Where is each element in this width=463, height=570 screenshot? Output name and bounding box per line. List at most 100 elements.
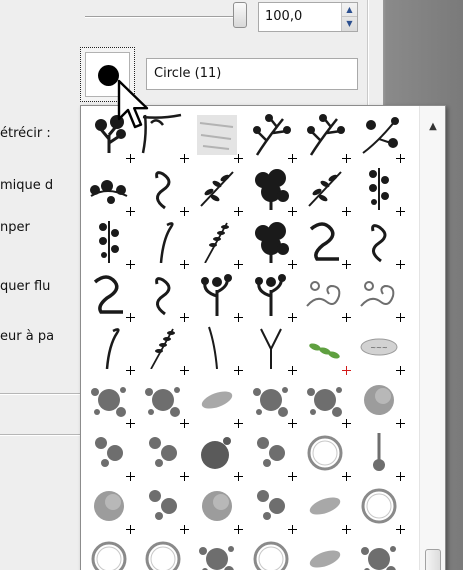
brush-cell[interactable]: [84, 270, 138, 323]
splatter-icon: [361, 546, 396, 570]
brush-cell[interactable]: [192, 535, 246, 570]
plus-icon: [179, 365, 190, 376]
brush-cell[interactable]: [246, 111, 300, 164]
brush-cell[interactable]: [84, 482, 138, 535]
plus-icon: [233, 524, 244, 535]
opacity-slider-track[interactable]: [85, 16, 237, 18]
ink-blot-icon: [364, 385, 394, 415]
brush-cell[interactable]: [246, 535, 300, 570]
brush-cell[interactable]: [300, 482, 354, 535]
plus-icon: [341, 312, 352, 323]
brush-cell[interactable]: [192, 482, 246, 535]
brush-cell[interactable]: [192, 270, 246, 323]
brush-cell[interactable]: [246, 164, 300, 217]
option-label-1: étrécir :: [0, 126, 51, 141]
mouse-pointer-icon: [117, 79, 149, 129]
brush-cell[interactable]: [192, 111, 246, 164]
brush-cell[interactable]: [192, 323, 246, 376]
plus-icon: [395, 312, 406, 323]
brush-cell[interactable]: [246, 429, 300, 482]
ring-stain-icon: [253, 541, 289, 570]
brush-name-label: Circle (11): [154, 66, 222, 81]
opacity-spinbox[interactable]: 100,0 ▲ ▼: [258, 2, 358, 32]
brush-cell[interactable]: [138, 217, 192, 270]
hook-stem-icon: [105, 328, 120, 369]
ink-splatter-icon: [253, 387, 288, 417]
brush-cell[interactable]: [138, 482, 192, 535]
spin-up-icon[interactable]: ▲: [342, 3, 357, 17]
ink-splatter-icon: [91, 387, 126, 417]
brush-cell[interactable]: [246, 482, 300, 535]
brush-cell[interactable]: [300, 376, 354, 429]
brush-cell[interactable]: [300, 429, 354, 482]
brush-cell[interactable]: [138, 323, 192, 376]
brush-cell[interactable]: [138, 535, 192, 570]
brush-cell[interactable]: [246, 217, 300, 270]
brush-cell[interactable]: [354, 217, 408, 270]
brush-cell[interactable]: [300, 111, 354, 164]
ink-splatter-icon: [145, 387, 180, 417]
plus-icon: [233, 259, 244, 270]
scrollbar-thumb[interactable]: [425, 549, 441, 570]
brush-cell[interactable]: [192, 164, 246, 217]
brush-cell[interactable]: ~~~: [354, 323, 408, 376]
brush-cell[interactable]: [84, 323, 138, 376]
brush-cell[interactable]: [354, 111, 408, 164]
plus-icon: [125, 259, 136, 270]
brush-cell[interactable]: [300, 217, 354, 270]
plus-icon: [125, 312, 136, 323]
option-label-2: mique d: [0, 178, 54, 193]
leafy-branch-icon: [200, 171, 234, 207]
spin-buttons: ▲ ▼: [341, 3, 357, 31]
scroll-flourish-icon: [360, 281, 395, 307]
brush-cell[interactable]: [354, 376, 408, 429]
plus-icon: [125, 524, 136, 535]
plus-icon: [233, 365, 244, 376]
brush-cell[interactable]: [192, 217, 246, 270]
brush-cell[interactable]: [138, 376, 192, 429]
brush-name-field: Circle (11): [146, 58, 358, 90]
opacity-value[interactable]: 100,0: [265, 9, 302, 24]
brush-cell[interactable]: [300, 270, 354, 323]
brush-cell[interactable]: [246, 323, 300, 376]
brush-cell[interactable]: [84, 217, 138, 270]
option-label-3: nper: [0, 220, 30, 235]
brush-grid: ~~~: [84, 111, 408, 570]
popup-scrollbar[interactable]: ▲: [419, 106, 445, 570]
brush-cell[interactable]: [138, 270, 192, 323]
plus-icon: [395, 471, 406, 482]
smudge-icon: [309, 550, 341, 568]
wheat-stalk-icon: [150, 328, 175, 369]
brush-cell[interactable]: [300, 323, 354, 376]
brush-cell[interactable]: [138, 164, 192, 217]
brush-cell[interactable]: [354, 164, 408, 217]
green-leaves-icon: [309, 343, 340, 359]
brush-popup[interactable]: ~~~ ▲: [80, 105, 446, 570]
brush-cell[interactable]: [300, 535, 354, 570]
brush-cell[interactable]: [192, 429, 246, 482]
droplets-icon: [257, 490, 285, 520]
brush-cell[interactable]: [84, 164, 138, 217]
brush-cell[interactable]: [84, 429, 138, 482]
brush-cell[interactable]: [354, 482, 408, 535]
plus-icon: [179, 418, 190, 429]
droplets-icon: [149, 437, 177, 467]
filled-circle-icon: [98, 65, 119, 86]
plus-icon: [125, 153, 136, 164]
floral-branch-icon: [362, 117, 399, 154]
brush-cell[interactable]: [246, 270, 300, 323]
brush-cell[interactable]: [84, 535, 138, 570]
brush-cell[interactable]: [354, 535, 408, 570]
brush-cell[interactable]: [246, 376, 300, 429]
palm-foliage-icon: [255, 222, 289, 263]
brush-cell[interactable]: [138, 429, 192, 482]
brush-cell[interactable]: [300, 164, 354, 217]
brush-cell[interactable]: [192, 376, 246, 429]
brush-cell[interactable]: [84, 376, 138, 429]
triangle-up-icon[interactable]: ▲: [424, 118, 442, 136]
grunge-texture-icon: [197, 115, 237, 155]
spin-down-icon[interactable]: ▼: [342, 17, 357, 31]
opacity-slider-thumb[interactable]: [233, 2, 247, 28]
brush-cell[interactable]: [354, 270, 408, 323]
brush-cell[interactable]: [354, 429, 408, 482]
